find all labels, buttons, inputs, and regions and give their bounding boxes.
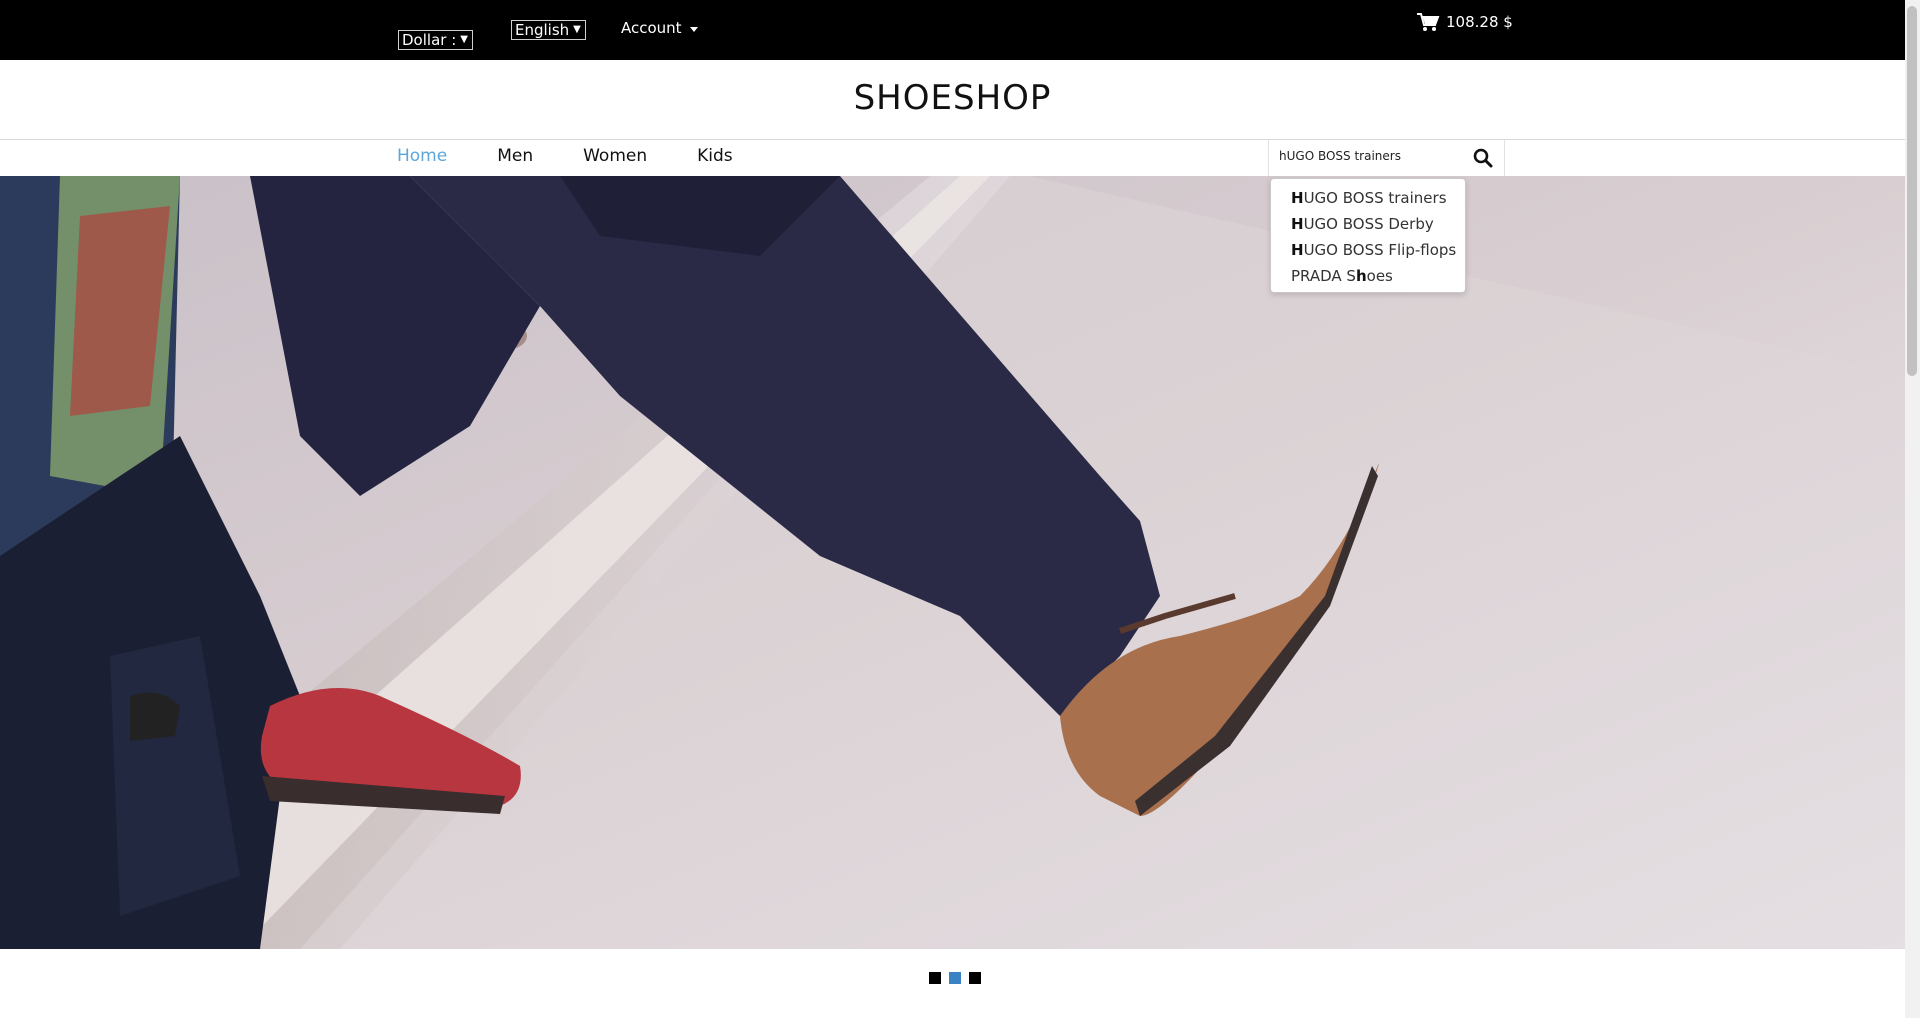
caret-down-icon (689, 26, 698, 32)
carousel-dot-2[interactable] (949, 972, 961, 984)
language-value: English (515, 21, 570, 39)
nav-item-men[interactable]: Men (497, 146, 533, 166)
suggestion-item[interactable]: HUGO BOSS Flip-flops (1271, 237, 1465, 263)
nav-item-home[interactable]: Home (397, 146, 447, 166)
suggestion-rest: UGO BOSS Derby (1303, 215, 1434, 233)
suggestion-match: H (1291, 241, 1304, 259)
suggestion-item[interactable]: HUGO BOSS trainers (1271, 185, 1465, 211)
carousel-indicators (929, 972, 981, 984)
suggestion-item[interactable]: HUGO BOSS Derby (1271, 211, 1465, 237)
suggestion-rest: UGO BOSS trainers (1303, 189, 1447, 207)
suggestion-rest: oes (1366, 267, 1393, 285)
suggestion-rest: UGO BOSS Flip-flops (1303, 241, 1457, 259)
search-icon[interactable] (1473, 148, 1493, 168)
site-logo[interactable]: SHOESHOP (0, 78, 1905, 118)
top-bar: Dollar : ▼ English ▼ Account 108.28 $ (0, 0, 1905, 60)
carousel-dot-1[interactable] (929, 972, 941, 984)
currency-value: Dollar : (402, 31, 457, 49)
divider (0, 139, 1905, 140)
cart-total: 108.28 $ (1446, 13, 1513, 31)
search-input[interactable] (1279, 149, 1469, 163)
chevron-down-icon: ▼ (573, 24, 581, 35)
nav-item-women[interactable]: Women (583, 146, 647, 166)
nav-item-kids[interactable]: Kids (697, 146, 733, 166)
suggestion-match: h (1355, 267, 1367, 285)
hero-image (0, 176, 1905, 949)
account-menu[interactable]: Account (621, 19, 698, 37)
suggestion-prefix: PRADA S (1291, 267, 1356, 285)
carousel-dot-3[interactable] (969, 972, 981, 984)
chevron-down-icon: ▼ (460, 34, 468, 45)
search-box (1268, 140, 1505, 176)
suggestion-match: H (1291, 189, 1304, 207)
main-nav: Home Men Women Kids (397, 146, 783, 166)
hero-banner (0, 176, 1905, 949)
search-suggestions: HUGO BOSS trainers HUGO BOSS Derby HUGO … (1270, 178, 1466, 293)
suggestion-item[interactable]: PRADA Shoes (1271, 263, 1465, 289)
scrollbar-thumb[interactable] (1907, 6, 1917, 376)
language-select[interactable]: English ▼ (511, 20, 586, 40)
cart-button[interactable]: 108.28 $ (1416, 12, 1513, 32)
account-label: Account (621, 19, 682, 37)
suggestion-match: H (1291, 215, 1304, 233)
currency-select[interactable]: Dollar : ▼ (398, 30, 473, 50)
cart-icon (1417, 13, 1440, 31)
